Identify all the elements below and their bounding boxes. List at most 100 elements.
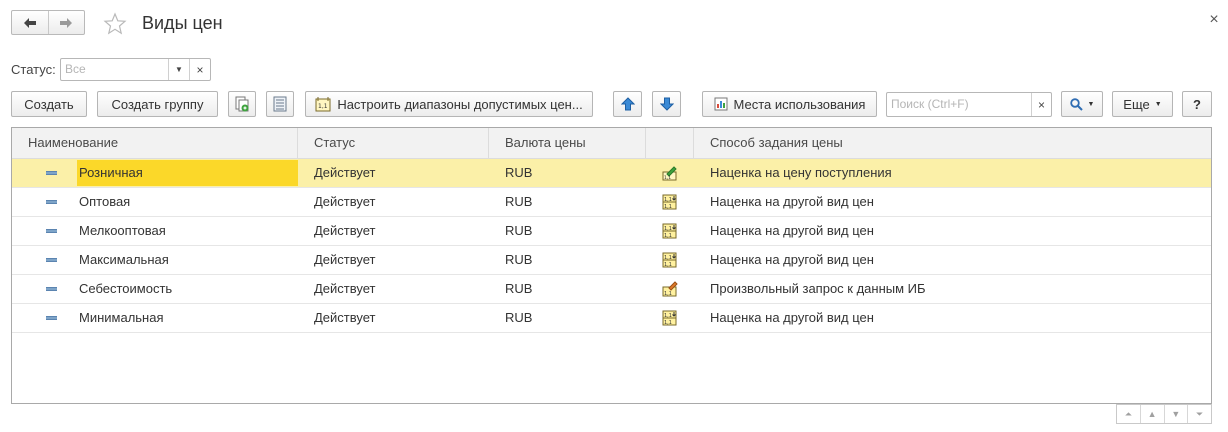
markup-receipt-icon: 1,1 (646, 159, 694, 187)
close-icon[interactable]: × (1206, 12, 1222, 28)
help-button[interactable]: ? (1182, 91, 1212, 117)
table-row[interactable]: Мелкооптовая Действует RUB 1,1 1,1 Наценка на… (12, 217, 1211, 246)
cell-status[interactable]: Действует (298, 275, 489, 303)
scroll-top-icon[interactable]: ⏶ (1117, 405, 1140, 423)
status-filter-input[interactable]: Все (61, 59, 168, 80)
cell-method[interactable]: Наценка на другой вид цен (694, 304, 1211, 332)
page-title: Виды цен (142, 13, 223, 33)
chevron-down-icon: ▼ (1154, 100, 1162, 108)
status-filter-field[interactable]: Все ▼ × (60, 58, 211, 81)
clear-icon[interactable]: × (189, 59, 210, 80)
cell-name[interactable]: Максимальная (12, 246, 298, 274)
column-header-name[interactable]: Наименование (12, 128, 298, 158)
create-button[interactable]: Создать (11, 91, 87, 117)
cell-status[interactable]: Действует (298, 217, 489, 245)
create-group-button[interactable]: Создать группу (97, 91, 218, 117)
configure-price-ranges-button[interactable]: 1,1 Настроить диапазоны допустимых цен..… (305, 91, 593, 117)
markup-other-icon: 1,1 1,1 (646, 188, 694, 216)
name-text: Максимальная (79, 252, 169, 267)
cell-method[interactable]: Наценка на другой вид цен (694, 188, 1211, 216)
table-row[interactable]: Минимальная Действует RUB 1,1 1,1 Наценка на … (12, 304, 1211, 333)
name-text: Себестоимость (79, 281, 173, 296)
svg-text:1,1: 1,1 (664, 197, 672, 203)
item-marker-icon (46, 200, 57, 204)
status-label: Статус: (11, 62, 56, 77)
cell-status[interactable]: Действует (298, 188, 489, 216)
clear-search-icon[interactable]: × (1031, 93, 1051, 116)
svg-text:1,1: 1,1 (664, 233, 672, 239)
table-row[interactable]: Себестоимость Действует RUB 1,1 Произвольный… (12, 275, 1211, 304)
search-icon (1069, 97, 1083, 111)
cell-status[interactable]: Действует (298, 304, 489, 332)
item-marker-icon (46, 287, 57, 291)
svg-text:1,1: 1,1 (664, 313, 672, 319)
cell-name[interactable]: Мелкооптовая (12, 217, 298, 245)
svg-text:1,1: 1,1 (318, 103, 328, 110)
cell-method[interactable]: Наценка на другой вид цен (694, 246, 1211, 274)
column-header-currency[interactable]: Валюта цены (489, 128, 646, 158)
cell-method[interactable]: Наценка на цену поступления (694, 159, 1211, 187)
cell-status[interactable]: Действует (298, 159, 489, 187)
table-row[interactable]: Максимальная Действует RUB 1,1 1,1 Наценка на… (12, 246, 1211, 275)
svg-text:1,1: 1,1 (664, 226, 672, 232)
move-down-button[interactable] (652, 91, 681, 117)
cell-name[interactable]: Оптовая (12, 188, 298, 216)
cell-currency[interactable]: RUB (489, 159, 646, 187)
cell-name[interactable]: Себестоимость (12, 275, 298, 303)
usage-places-button[interactable]: Места использования (702, 91, 877, 117)
create-group-label: Создать группу (111, 96, 204, 112)
forward-button[interactable] (47, 11, 85, 34)
help-label: ? (1193, 96, 1201, 112)
svg-text:1,1: 1,1 (664, 262, 672, 268)
table-row[interactable]: Розничная Действует RUB 1,1 Наценка на цену … (12, 159, 1211, 188)
svg-text:1,1: 1,1 (664, 204, 672, 210)
cell-currency[interactable]: RUB (489, 246, 646, 274)
more-label: Еще (1123, 96, 1150, 112)
item-marker-icon (46, 171, 57, 175)
cell-method[interactable]: Произвольный запрос к данным ИБ (694, 275, 1211, 303)
back-button[interactable] (12, 11, 48, 34)
cell-status[interactable]: Действует (298, 246, 489, 274)
cell-currency[interactable]: RUB (489, 188, 646, 216)
scroll-bottom-icon[interactable]: ⏷ (1187, 405, 1211, 423)
cell-currency[interactable]: RUB (489, 217, 646, 245)
create-label: Создать (24, 96, 74, 112)
arrow-up-icon (620, 97, 635, 111)
table-body: Розничная Действует RUB 1,1 Наценка на цену … (12, 159, 1211, 333)
scroll-down-icon[interactable]: ▼ (1163, 405, 1188, 423)
configure-price-ranges-label: Настроить диапазоны допустимых цен... (337, 96, 583, 112)
name-text: Оптовая (79, 194, 131, 209)
navigation-buttons (11, 10, 85, 35)
table-row[interactable]: Оптовая Действует RUB 1,1 1,1 Наценка на друг… (12, 188, 1211, 217)
column-header-method[interactable]: Способ задания цены (694, 128, 1211, 158)
name-text: Розничная (77, 160, 298, 186)
move-up-button[interactable] (613, 91, 642, 117)
more-button[interactable]: Еще ▼ (1112, 91, 1173, 117)
chevron-down-icon[interactable]: ▼ (168, 59, 189, 80)
cell-currency[interactable]: RUB (489, 304, 646, 332)
cell-currency[interactable]: RUB (489, 275, 646, 303)
item-marker-icon (46, 258, 57, 262)
cell-name[interactable]: Розничная (12, 159, 298, 187)
column-header-status[interactable]: Статус (298, 128, 489, 158)
item-marker-icon (46, 316, 57, 320)
price-ranges-icon: 1,1 (315, 96, 331, 112)
name-text: Мелкооптовая (79, 223, 166, 238)
favorite-star-icon[interactable] (102, 11, 128, 37)
search-field[interactable]: Поиск (Ctrl+F) × (886, 92, 1052, 117)
price-types-table: Наименование Статус Валюта цены Способ з… (11, 127, 1212, 404)
svg-text:1,1: 1,1 (664, 175, 671, 181)
arrow-right-icon (60, 17, 73, 28)
scroll-up-icon[interactable]: ▲ (1139, 405, 1164, 423)
markup-other-icon: 1,1 1,1 (646, 304, 694, 332)
column-header-icon[interactable] (646, 128, 694, 158)
copy-button[interactable] (228, 91, 256, 117)
svg-text:1,1: 1,1 (664, 255, 672, 261)
usage-places-label: Места использования (733, 96, 866, 112)
cell-name[interactable]: Минимальная (12, 304, 298, 332)
list-button[interactable] (266, 91, 294, 117)
search-options-button[interactable]: ▼ (1061, 91, 1103, 117)
name-text: Минимальная (79, 310, 164, 325)
cell-method[interactable]: Наценка на другой вид цен (694, 217, 1211, 245)
search-input[interactable]: Поиск (Ctrl+F) (887, 93, 1031, 116)
